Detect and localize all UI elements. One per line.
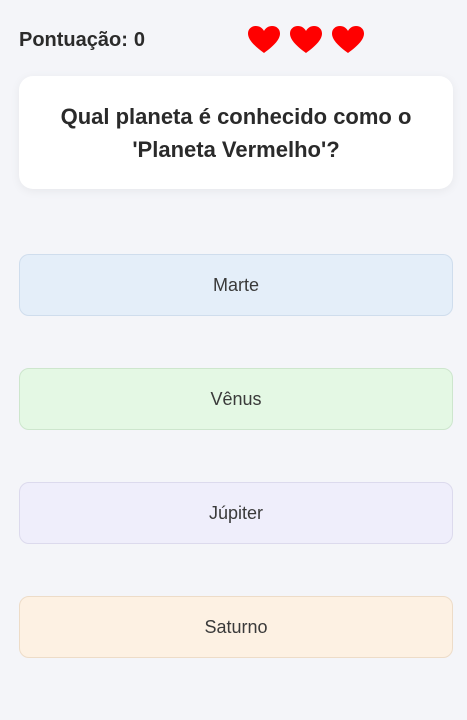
answer-option-label: Júpiter	[208, 502, 264, 523]
answer-option-marte[interactable]: Marte	[19, 254, 453, 316]
question-text: Qual planeta é conhecido como o 'Planeta…	[60, 103, 412, 162]
heart-icon	[332, 26, 364, 53]
answer-option-label: Vênus	[210, 388, 262, 409]
score-label: Pontuação:	[19, 28, 128, 51]
answer-option-label: Saturno	[204, 616, 268, 637]
score-display: Pontuação: 0	[19, 29, 145, 52]
score-value: 0	[133, 28, 146, 51]
answer-option-jupiter[interactable]: Júpiter	[19, 482, 453, 544]
lives-indicator	[248, 22, 364, 58]
answer-option-label: Marte	[212, 274, 259, 295]
quiz-app: Pontuação: 0 Qual planeta é conhecido co…	[0, 0, 467, 720]
answer-option-venus[interactable]: Vênus	[19, 368, 453, 430]
question-card: Qual planeta é conhecido como o 'Planeta…	[19, 76, 453, 189]
heart-icon	[290, 26, 322, 53]
top-bar: Pontuação: 0	[19, 22, 449, 58]
answer-option-saturno[interactable]: Saturno	[19, 596, 453, 658]
heart-icon	[248, 26, 280, 53]
